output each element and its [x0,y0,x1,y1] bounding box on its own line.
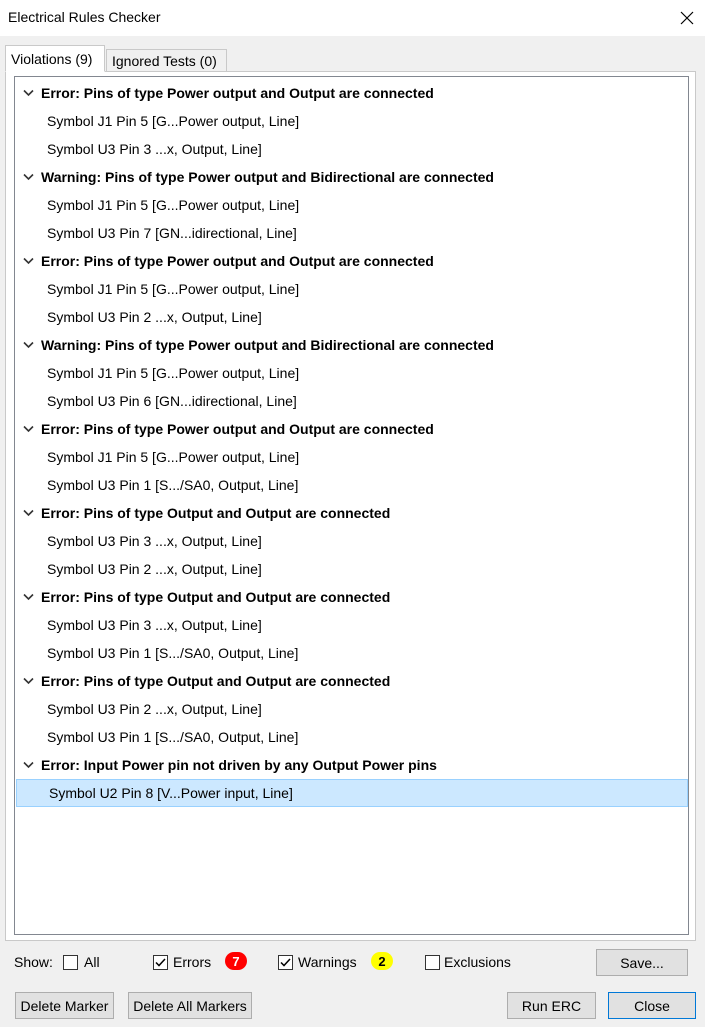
check-icon [280,958,291,967]
run-erc-label: Run ERC [521,997,582,1014]
warnings-count: 2 [378,953,386,969]
violation-item[interactable]: Symbol U3 Pin 2 ...x, Output, Line] [15,695,688,723]
errors-count-badge: 7 [225,952,247,970]
tab-violations-label: Violations (9) [11,50,93,67]
violation-item[interactable]: Symbol U3 Pin 1 [S.../SA0, Output, Line] [15,471,688,499]
violation-header-text: Error: Input Power pin not driven by any… [41,757,437,773]
violations-tree[interactable]: Error: Pins of type Power output and Out… [14,76,689,935]
violation-header-text: Warning: Pins of type Power output and B… [41,169,494,185]
errors-label[interactable]: Errors [173,954,211,970]
violation-item-text: Symbol U3 Pin 2 ...x, Output, Line] [47,561,262,577]
tab-ignored-tests[interactable]: Ignored Tests (0) [106,49,227,72]
delete-marker-button[interactable]: Delete Marker [15,992,114,1019]
violation-header-text: Error: Pins of type Output and Output ar… [41,505,391,521]
delete-all-markers-label: Delete All Markers [133,997,247,1014]
exclusions-label[interactable]: Exclusions [444,954,511,970]
violation-header-text: Error: Pins of type Output and Output ar… [41,673,391,689]
close-button[interactable]: Close [608,992,696,1019]
chevron-down-icon[interactable] [17,247,39,275]
violation-header[interactable]: Error: Pins of type Power output and Out… [15,415,688,443]
chevron-down-icon[interactable] [17,331,39,359]
chevron-down-icon[interactable] [17,415,39,443]
violation-item[interactable]: Symbol U3 Pin 3 ...x, Output, Line] [15,135,688,163]
show-label: Show: [14,954,53,970]
violation-item-text: Symbol U3 Pin 3 ...x, Output, Line] [47,141,262,157]
window-title: Electrical Rules Checker [8,9,161,25]
run-erc-button[interactable]: Run ERC [507,992,596,1019]
warnings-count-badge: 2 [371,952,393,970]
check-icon [155,958,166,967]
violation-item[interactable]: Symbol U3 Pin 7 [GN...idirectional, Line… [15,219,688,247]
violation-item-text: Symbol J1 Pin 5 [G...Power output, Line] [47,113,300,129]
violation-item[interactable]: Symbol U3 Pin 1 [S.../SA0, Output, Line] [15,639,688,667]
warnings-label[interactable]: Warnings [298,954,357,970]
violation-item[interactable]: Symbol U2 Pin 8 [V...Power input, Line] [16,779,688,807]
violation-header[interactable]: Error: Pins of type Power output and Out… [15,79,688,107]
chevron-down-icon[interactable] [17,667,39,695]
errors-count: 7 [232,953,240,969]
violation-item-text: Symbol U3 Pin 2 ...x, Output, Line] [47,309,262,325]
violation-header-text: Error: Pins of type Power output and Out… [41,421,434,437]
violation-item-text: Symbol J1 Pin 5 [G...Power output, Line] [47,281,300,297]
violation-item[interactable]: Symbol U3 Pin 2 ...x, Output, Line] [15,555,688,583]
violation-item-text: Symbol U3 Pin 7 [GN...idirectional, Line… [47,225,297,241]
title-bar: Electrical Rules Checker [0,0,705,36]
exclusions-checkbox[interactable] [425,955,440,970]
chevron-down-icon[interactable] [17,163,39,191]
violation-item-text: Symbol U3 Pin 1 [S.../SA0, Output, Line] [47,645,299,661]
violation-item-text: Symbol J1 Pin 5 [G...Power output, Line] [47,449,300,465]
save-button[interactable]: Save... [596,949,688,976]
close-icon [680,11,694,25]
violation-header[interactable]: Error: Pins of type Output and Output ar… [15,583,688,611]
violation-item[interactable]: Symbol U3 Pin 1 [S.../SA0, Output, Line] [15,723,688,751]
all-checkbox[interactable] [63,955,78,970]
violation-item-text: Symbol U2 Pin 8 [V...Power input, Line] [49,785,293,801]
chevron-down-icon[interactable] [17,499,39,527]
chevron-down-icon[interactable] [17,79,39,107]
violation-item[interactable]: Symbol U3 Pin 6 [GN...idirectional, Line… [15,387,688,415]
close-window-button[interactable] [672,6,702,30]
violation-item[interactable]: Symbol U3 Pin 2 ...x, Output, Line] [15,303,688,331]
violation-item-text: Symbol U3 Pin 1 [S.../SA0, Output, Line] [47,477,299,493]
save-button-label: Save... [620,954,664,971]
errors-checkbox[interactable] [153,955,168,970]
violations-panel: Error: Pins of type Power output and Out… [5,71,696,941]
delete-marker-label: Delete Marker [20,997,109,1014]
violation-header-text: Error: Pins of type Power output and Out… [41,253,434,269]
violation-header-text: Warning: Pins of type Power output and B… [41,337,494,353]
chevron-down-icon[interactable] [17,751,39,779]
tab-violations[interactable]: Violations (9) [5,45,105,72]
violation-item[interactable]: Symbol J1 Pin 5 [G...Power output, Line] [15,191,688,219]
violation-item-text: Symbol U3 Pin 3 ...x, Output, Line] [47,617,262,633]
violation-item[interactable]: Symbol U3 Pin 3 ...x, Output, Line] [15,527,688,555]
close-button-label: Close [634,997,670,1014]
violation-item[interactable]: Symbol J1 Pin 5 [G...Power output, Line] [15,443,688,471]
violation-item[interactable]: Symbol J1 Pin 5 [G...Power output, Line] [15,359,688,387]
violation-item[interactable]: Symbol U3 Pin 3 ...x, Output, Line] [15,611,688,639]
violation-item[interactable]: Symbol J1 Pin 5 [G...Power output, Line] [15,107,688,135]
violation-item[interactable]: Symbol J1 Pin 5 [G...Power output, Line] [15,275,688,303]
violation-header-text: Error: Pins of type Output and Output ar… [41,589,391,605]
violation-header[interactable]: Warning: Pins of type Power output and B… [15,331,688,359]
violation-item-text: Symbol U3 Pin 3 ...x, Output, Line] [47,533,262,549]
violation-header-text: Error: Pins of type Power output and Out… [41,85,434,101]
violation-item-text: Symbol U3 Pin 2 ...x, Output, Line] [47,701,262,717]
violation-header[interactable]: Error: Pins of type Output and Output ar… [15,667,688,695]
violation-header[interactable]: Warning: Pins of type Power output and B… [15,163,688,191]
delete-all-markers-button[interactable]: Delete All Markers [128,992,252,1019]
violation-item-text: Symbol U3 Pin 6 [GN...idirectional, Line… [47,393,297,409]
violation-item-text: Symbol U3 Pin 1 [S.../SA0, Output, Line] [47,729,299,745]
warnings-checkbox[interactable] [278,955,293,970]
violation-header[interactable]: Error: Input Power pin not driven by any… [15,751,688,779]
violation-item-text: Symbol J1 Pin 5 [G...Power output, Line] [47,197,300,213]
violation-header[interactable]: Error: Pins of type Power output and Out… [15,247,688,275]
violation-item-text: Symbol J1 Pin 5 [G...Power output, Line] [47,365,300,381]
tab-ignored-tests-label: Ignored Tests (0) [112,52,217,69]
violation-header[interactable]: Error: Pins of type Output and Output ar… [15,499,688,527]
chevron-down-icon[interactable] [17,583,39,611]
all-label[interactable]: All [84,954,100,970]
